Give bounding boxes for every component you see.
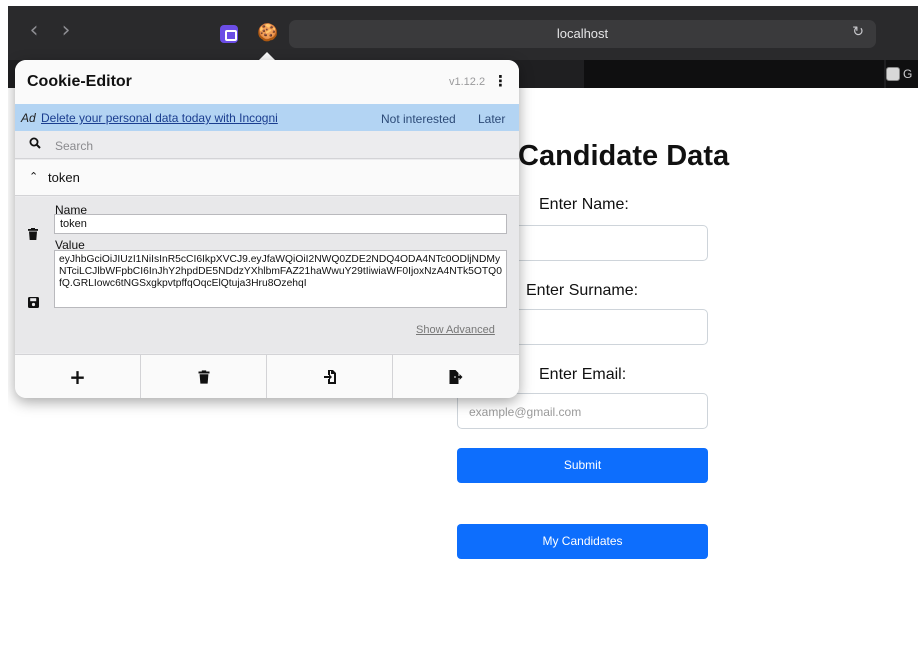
- search-input[interactable]: Search: [55, 139, 93, 153]
- delete-all-button[interactable]: [141, 355, 267, 398]
- url-text: localhost: [556, 26, 609, 41]
- cookie-icon[interactable]: 🍪: [257, 23, 278, 43]
- cookie-name-label: token: [48, 170, 80, 185]
- popup-footer-toolbar: +: [15, 354, 519, 398]
- later-button[interactable]: Later: [478, 112, 505, 126]
- cookie-value-textarea[interactable]: eyJhbGciOiJIUzI1NiIsInR5cCI6IkpXVCJ9.eyJ…: [54, 250, 507, 308]
- browser-toolbar: ‹ › 🍪 localhost ↻: [8, 6, 918, 60]
- tab-label: G: [903, 67, 913, 81]
- forward-icon[interactable]: ›: [56, 18, 76, 44]
- more-options-icon[interactable]: ⋮: [493, 72, 508, 90]
- save-cookie-icon[interactable]: [28, 297, 39, 308]
- export-icon: [449, 370, 463, 384]
- surname-label: Enter Surname:: [526, 282, 639, 299]
- show-advanced-link[interactable]: Show Advanced: [416, 324, 495, 336]
- popup-title: Cookie-Editor: [27, 73, 132, 90]
- back-icon[interactable]: ‹: [24, 18, 44, 44]
- submit-button[interactable]: Submit: [457, 448, 708, 483]
- ad-link[interactable]: Delete your personal data today with Inc…: [41, 111, 278, 125]
- add-cookie-button[interactable]: +: [15, 355, 141, 398]
- export-button[interactable]: [393, 355, 519, 398]
- address-bar[interactable]: localhost ↻: [289, 20, 876, 48]
- import-button[interactable]: [267, 355, 393, 398]
- popup-header: Cookie-Editor v1.12.2 ⋮: [15, 60, 519, 104]
- tab-favicon-icon: [886, 67, 900, 81]
- reload-icon[interactable]: ↻: [852, 24, 864, 40]
- search-bar[interactable]: Search: [15, 131, 519, 159]
- cookie-name-input[interactable]: token: [54, 214, 507, 234]
- email-input[interactable]: example@gmail.com: [457, 393, 708, 429]
- my-candidates-button[interactable]: My Candidates: [457, 524, 708, 559]
- search-icon: [29, 137, 41, 149]
- plus-icon: +: [69, 365, 86, 389]
- tab[interactable]: [584, 60, 884, 88]
- version-label: v1.12.2: [449, 76, 486, 88]
- page-title: Candidate Data: [518, 140, 730, 172]
- trash-icon: [198, 370, 209, 384]
- ad-banner: Ad Delete your personal data today with …: [15, 104, 519, 131]
- ad-tag: Ad: [21, 111, 36, 125]
- extension-icon[interactable]: [220, 25, 238, 43]
- delete-cookie-icon[interactable]: [28, 228, 38, 240]
- cookie-editor-popup: Cookie-Editor v1.12.2 ⋮ Ad Delete your p…: [15, 60, 519, 398]
- import-icon: [323, 370, 336, 384]
- chevron-up-icon[interactable]: ⌃: [29, 170, 38, 183]
- not-interested-button[interactable]: Not interested: [381, 112, 456, 126]
- tab[interactable]: G: [886, 60, 918, 88]
- email-placeholder: example@gmail.com: [469, 405, 582, 419]
- cookie-list-item[interactable]: ⌃ token: [15, 160, 519, 196]
- email-label: Enter Email:: [539, 366, 627, 383]
- name-label: Enter Name:: [539, 196, 629, 213]
- popup-caret: [259, 52, 275, 60]
- browser-window: ‹ › 🍪 localhost ↻ G Candidate Data Enter…: [8, 6, 918, 650]
